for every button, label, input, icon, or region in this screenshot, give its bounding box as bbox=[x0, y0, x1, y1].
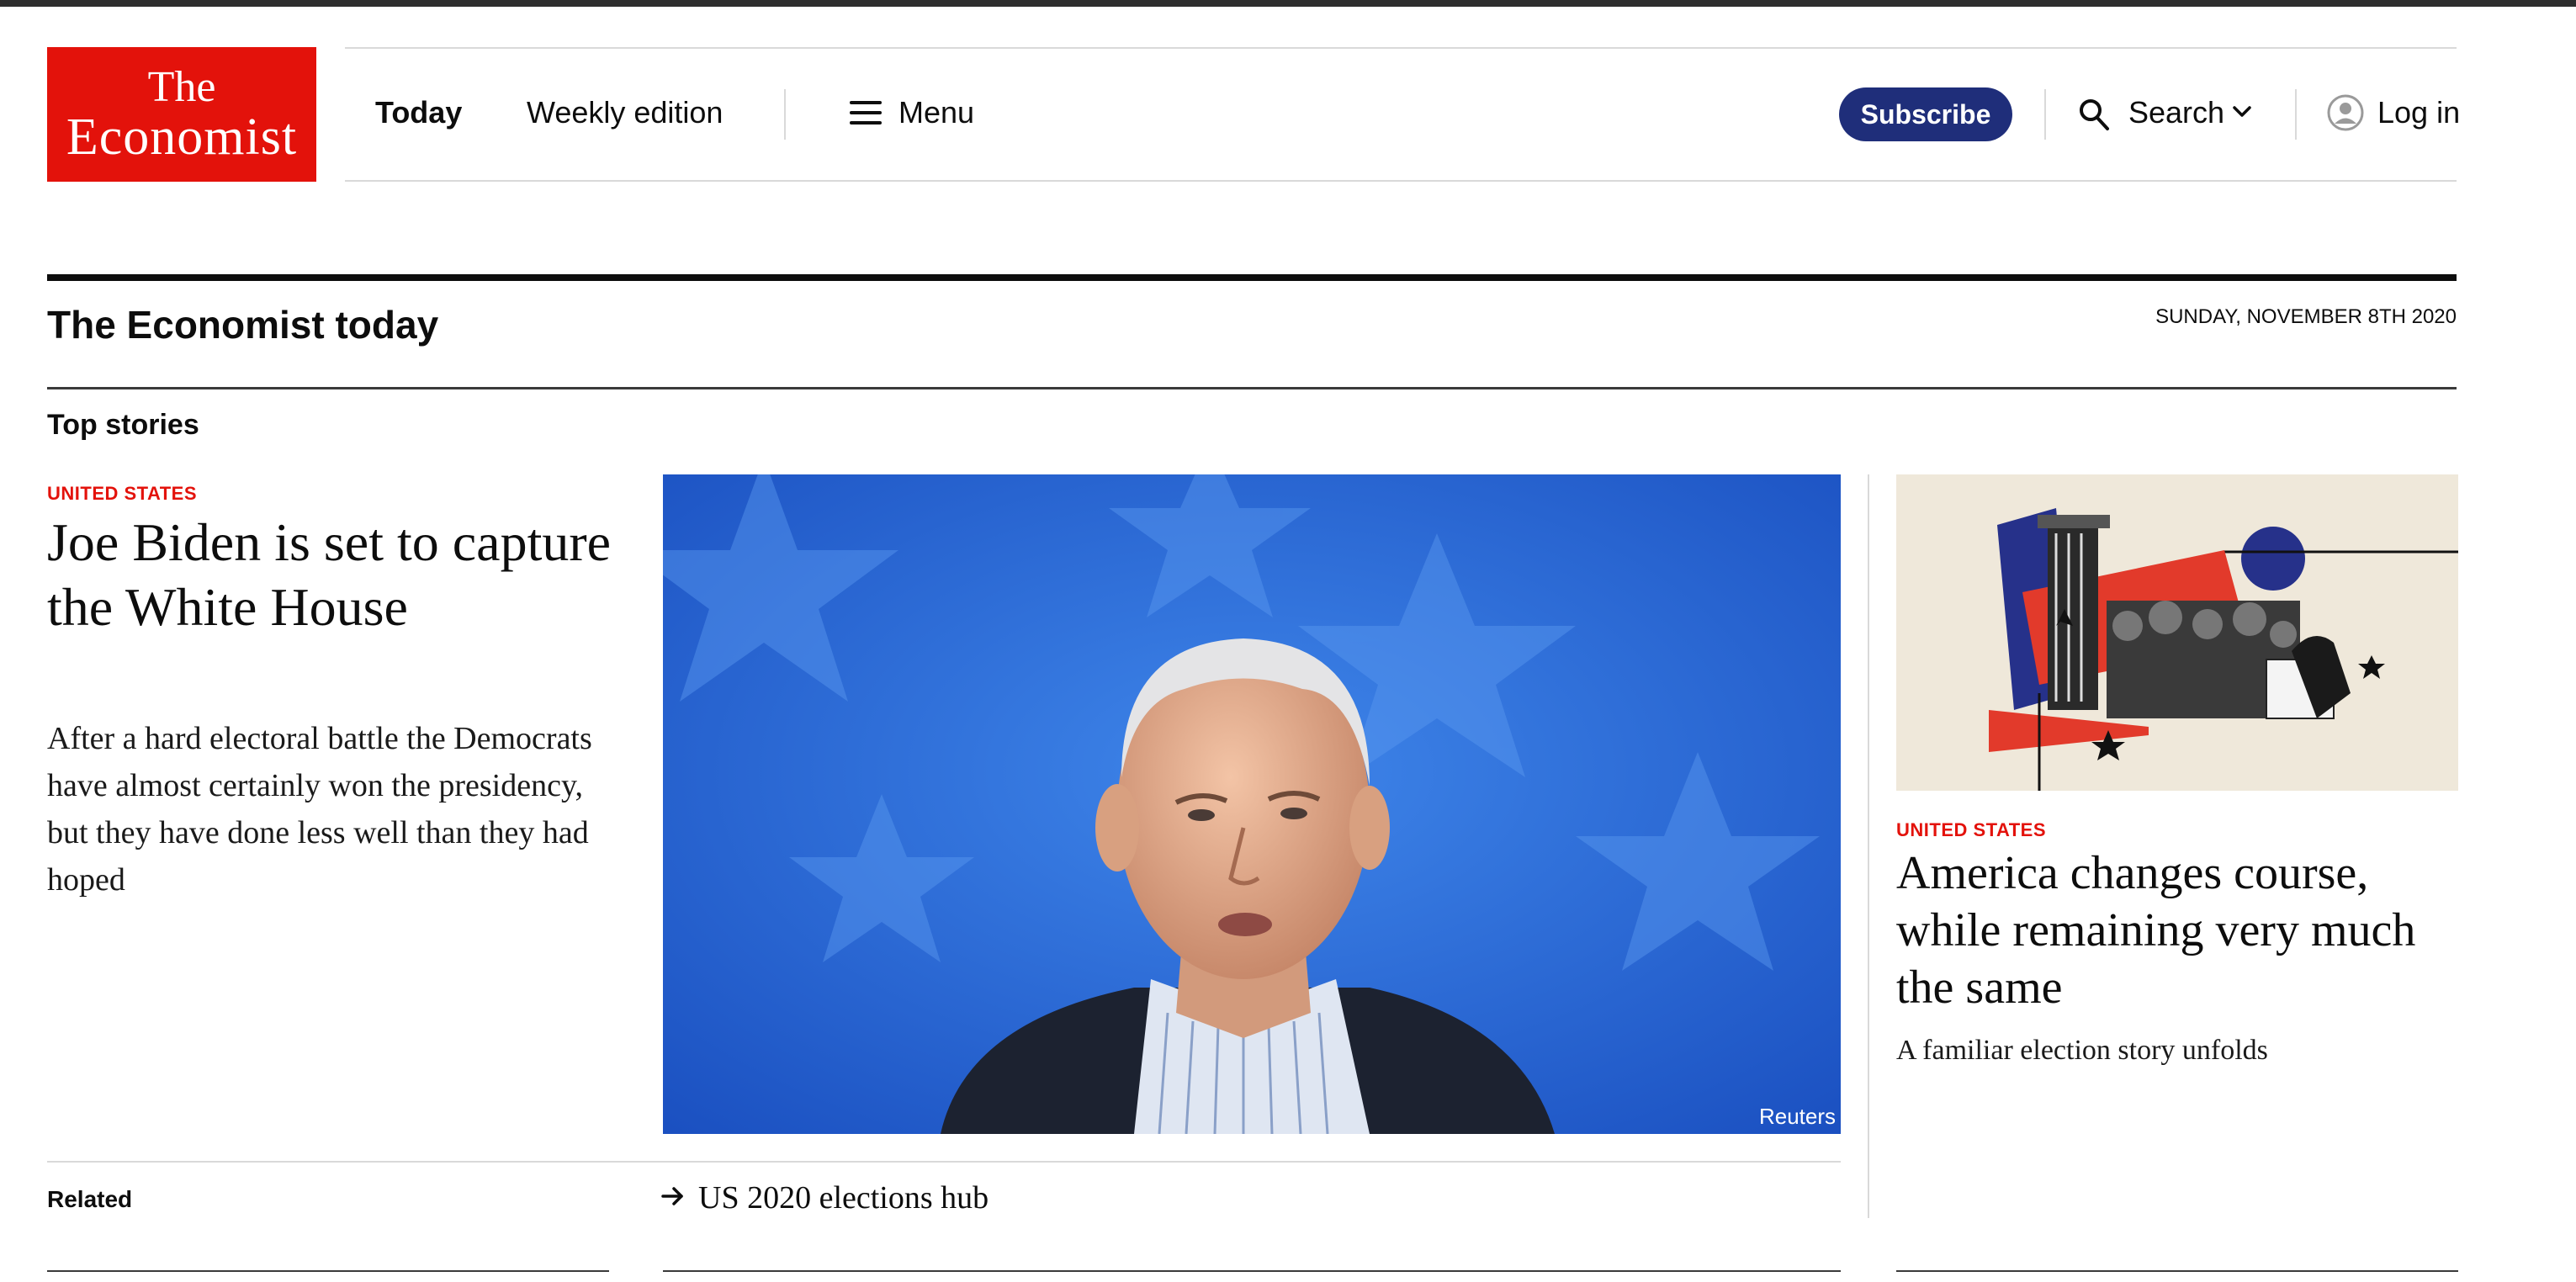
top-border bbox=[0, 0, 2576, 7]
menu-button[interactable]: Menu bbox=[898, 91, 974, 135]
economist-logo[interactable]: The Economist bbox=[47, 47, 316, 182]
collage-illustration bbox=[1896, 474, 2458, 791]
nav-separator bbox=[2044, 89, 2046, 140]
us-2020-elections-hub-link[interactable]: US 2020 elections hub bbox=[698, 1176, 989, 1220]
bottom-rule bbox=[1896, 1270, 2458, 1272]
subscribe-button[interactable]: Subscribe bbox=[1839, 87, 2012, 141]
bottom-rule bbox=[47, 1270, 609, 1272]
second-story-image[interactable] bbox=[1896, 474, 2458, 791]
portrait-illustration bbox=[663, 474, 1841, 1134]
nav-top-divider bbox=[345, 47, 2457, 49]
related-divider bbox=[47, 1161, 1841, 1163]
column-divider bbox=[1868, 474, 1869, 1218]
logo-line-1: The bbox=[147, 63, 216, 111]
nav-separator bbox=[784, 89, 786, 140]
page-title: The Economist today bbox=[47, 303, 439, 347]
nav-separator bbox=[2295, 89, 2297, 140]
top-stories-heading: Top stories bbox=[47, 409, 199, 441]
image-credit: Reuters bbox=[1758, 1104, 1836, 1129]
related-label: Related bbox=[47, 1186, 133, 1212]
bottom-rule bbox=[663, 1270, 1841, 1272]
second-story-headline[interactable]: America changes course, while remaining … bbox=[1896, 845, 2468, 1016]
edition-date: SUNDAY, NOVEMBER 8TH 2020 bbox=[2155, 305, 2457, 328]
lead-story-image[interactable]: Reuters bbox=[663, 474, 1841, 1134]
log-in-link[interactable]: Log in bbox=[2377, 91, 2460, 135]
menu-icon[interactable] bbox=[850, 101, 882, 124]
chevron-down-icon[interactable] bbox=[2231, 101, 2253, 121]
user-icon[interactable] bbox=[2327, 94, 2364, 131]
second-story-kicker[interactable]: UNITED STATES bbox=[1896, 818, 2046, 843]
nav-weekly-edition-link[interactable]: Weekly edition bbox=[527, 91, 723, 135]
section-divider bbox=[47, 387, 2457, 389]
logo-line-2: Economist bbox=[66, 109, 298, 166]
second-story-summary: A familiar election story unfolds bbox=[1896, 1035, 2268, 1066]
lead-story-kicker[interactable]: UNITED STATES bbox=[47, 481, 197, 506]
search-icon[interactable] bbox=[2078, 98, 2110, 131]
nav-today-link[interactable]: Today bbox=[375, 91, 462, 135]
arrow-right-icon bbox=[661, 1187, 683, 1205]
section-top-rule bbox=[47, 274, 2457, 281]
lead-story-headline[interactable]: Joe Biden is set to capture the White Ho… bbox=[47, 510, 619, 639]
lead-story-summary: After a hard electoral battle the Democr… bbox=[47, 721, 592, 898]
nav-bottom-divider bbox=[345, 180, 2457, 182]
search-button[interactable]: Search bbox=[2128, 91, 2224, 135]
